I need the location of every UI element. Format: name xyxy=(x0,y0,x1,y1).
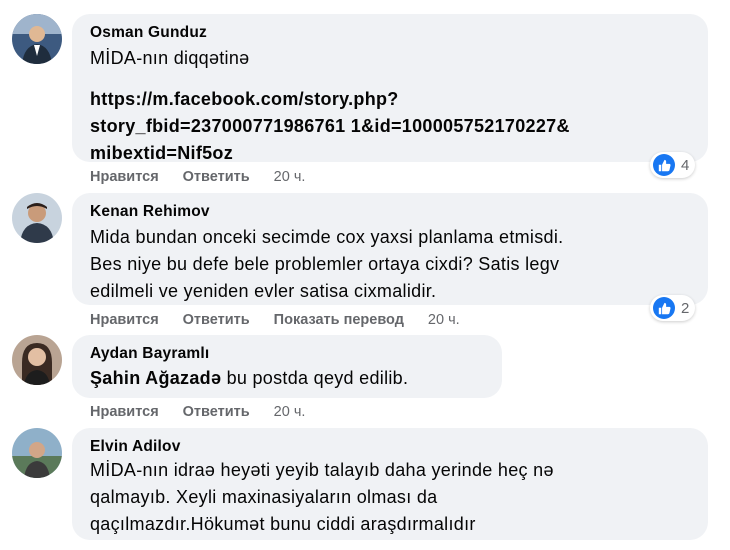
comment-author[interactable]: Aydan Bayramlı xyxy=(90,344,486,364)
reaction-count[interactable]: 4 xyxy=(650,152,696,178)
comment-bubble: Elvin Adilov MİDA-nın idraə heyəti yeyib… xyxy=(72,428,708,540)
like-icon xyxy=(653,297,675,319)
like-button[interactable]: Нравится xyxy=(90,404,159,420)
comment-text: Şahin Ağazadə bu postda qeyd edilib. xyxy=(90,365,486,392)
avatar[interactable] xyxy=(12,14,62,64)
comment-author[interactable]: Elvin Adilov xyxy=(90,437,692,457)
reply-button[interactable]: Ответить xyxy=(183,312,250,328)
reaction-count[interactable]: 2 xyxy=(650,295,696,321)
timestamp[interactable]: 20 ч. xyxy=(274,404,306,420)
comment-actions: Нравится Ответить 20 ч. xyxy=(90,402,329,422)
comment-text: MİDA-nın idraə heyəti yeyib talayıb daha… xyxy=(90,460,554,534)
comment-bubble: Osman Gunduz MİDA-nın diqqətinə https://… xyxy=(72,14,708,163)
like-button[interactable]: Нравится xyxy=(90,169,159,185)
comment-text: MİDA-nın diqqətinə xyxy=(90,48,250,68)
comment-actions: Нравится Ответить Показать перевод 20 ч. xyxy=(90,310,484,330)
avatar[interactable] xyxy=(12,193,62,243)
timestamp[interactable]: 20 ч. xyxy=(428,312,460,328)
timestamp[interactable]: 20 ч. xyxy=(274,169,306,185)
comment-link[interactable]: https://m.facebook.com/story.php? story_… xyxy=(90,86,692,167)
avatar[interactable] xyxy=(12,428,62,478)
mention-link[interactable]: Şahin Ağazadə xyxy=(90,368,221,388)
like-button[interactable]: Нравится xyxy=(90,312,159,328)
comment-text-rest: bu postda qeyd edilib. xyxy=(221,368,409,388)
translate-button[interactable]: Показать перевод xyxy=(274,312,404,328)
comment-author[interactable]: Osman Gunduz xyxy=(90,23,692,43)
like-icon xyxy=(653,154,675,176)
reaction-number: 2 xyxy=(681,299,690,317)
avatar[interactable] xyxy=(12,335,62,385)
comment-bubble: Kenan Rehimov Mida bundan onceki secimde… xyxy=(72,193,708,305)
reaction-number: 4 xyxy=(681,156,690,174)
comment-actions: Нравится Ответить 20 ч. xyxy=(90,167,329,187)
comment-author[interactable]: Kenan Rehimov xyxy=(90,202,692,222)
reply-button[interactable]: Ответить xyxy=(183,404,250,420)
comment-bubble: Aydan Bayramlı Şahin Ağazadə bu postda q… xyxy=(72,335,502,398)
comment-text: Mida bundan onceki secimde cox yaxsi pla… xyxy=(90,227,564,301)
reply-button[interactable]: Ответить xyxy=(183,169,250,185)
